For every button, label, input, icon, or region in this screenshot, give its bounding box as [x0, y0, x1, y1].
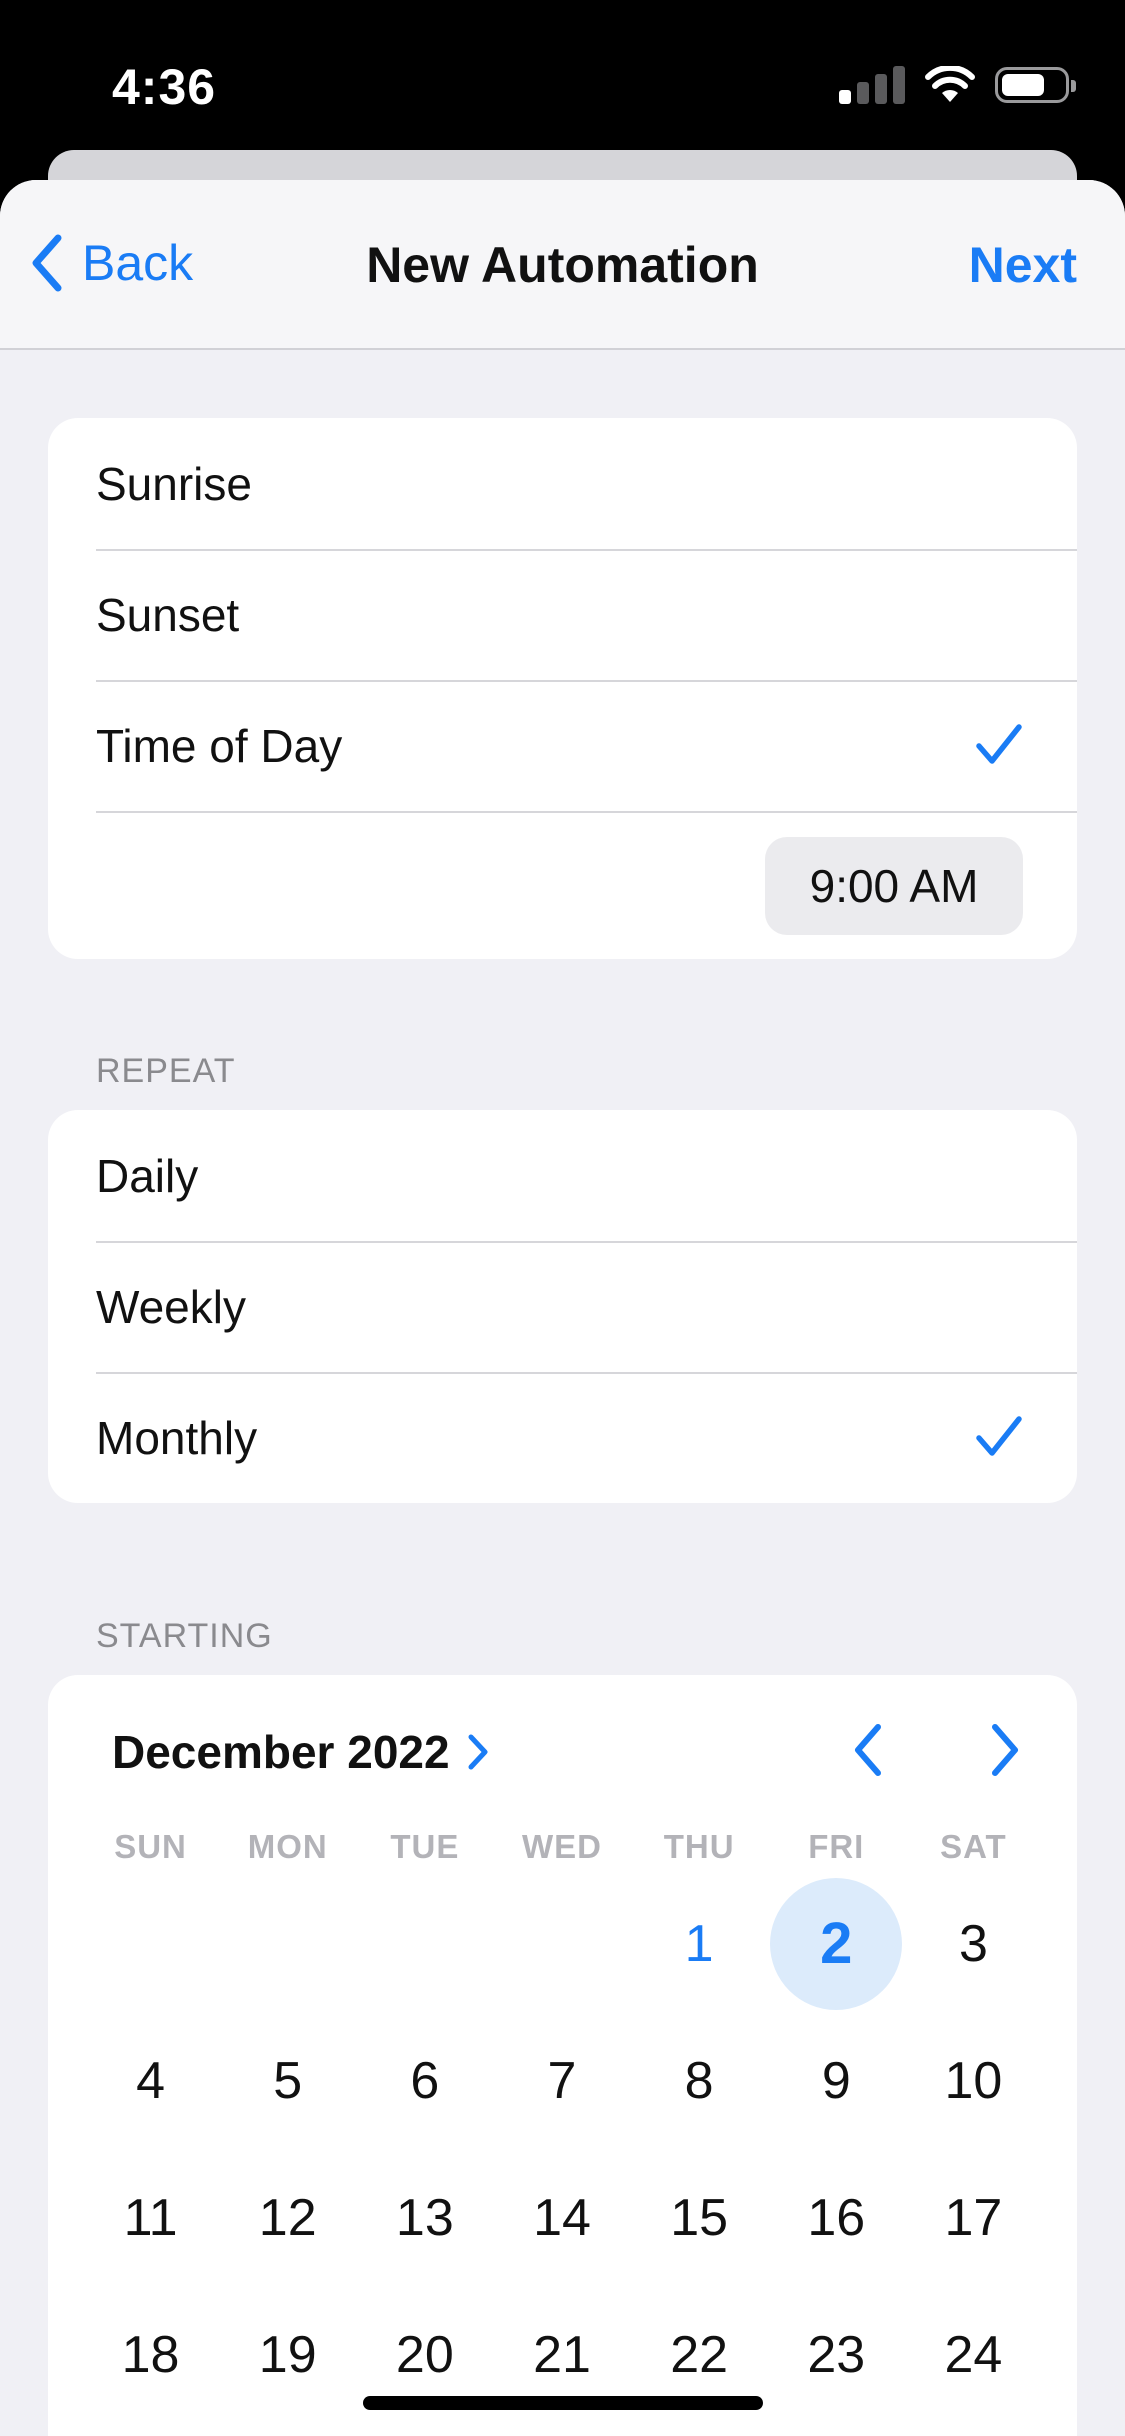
status-icons [839, 66, 1076, 104]
status-time: 4:36 [112, 59, 217, 115]
calendar-day[interactable]: 13 [356, 2149, 493, 2286]
day-number: 14 [533, 2188, 591, 2247]
next-button[interactable]: Next [969, 236, 1077, 294]
repeat-section-header: REPEAT [96, 1052, 236, 1090]
weekday-label: MON [247, 1828, 328, 1865]
calendar-day[interactable]: 11 [82, 2149, 219, 2286]
checkmark-icon [976, 1416, 1022, 1456]
weekday-label: TUE [390, 1828, 460, 1865]
day-number: 15 [670, 2188, 729, 2247]
day-number: 19 [258, 2325, 317, 2384]
calendar-day[interactable]: 16 [768, 2149, 905, 2286]
battery-icon [995, 67, 1076, 103]
option-sunrise[interactable]: Sunrise [48, 418, 1077, 549]
option-sunset[interactable]: Sunset [48, 549, 1077, 680]
navigation-bar: Back New Automation Next [0, 180, 1125, 350]
day-number: 3 [958, 1914, 988, 1973]
calendar-day[interactable]: 1 [631, 1875, 768, 2012]
calendar-day[interactable]: 8 [631, 2012, 768, 2149]
day-number: 16 [807, 2188, 866, 2247]
weekday-label: WED [521, 1828, 602, 1865]
option-label: Monthly [96, 1411, 258, 1464]
previous-month-button[interactable] [848, 1721, 890, 1779]
calendar-day[interactable]: 24 [905, 2286, 1042, 2423]
day-number: 8 [684, 2051, 714, 2110]
day-number: 17 [944, 2188, 1003, 2247]
day-number: 13 [395, 2188, 454, 2247]
day-number: 24 [944, 2325, 1003, 2384]
day-number: 23 [807, 2325, 866, 2384]
repeat-weekly[interactable]: Weekly [48, 1241, 1077, 1372]
cellular-signal-icon [839, 66, 905, 104]
day-number: 2 [820, 1911, 853, 1976]
day-number: 1 [684, 1914, 714, 1973]
day-number: 10 [944, 2051, 1003, 2110]
weekday-label: SUN [114, 1828, 187, 1865]
repeat-monthly[interactable]: Monthly [48, 1372, 1077, 1503]
option-label: Weekly [96, 1280, 246, 1333]
calendar-day[interactable]: 6 [356, 2012, 493, 2149]
home-indicator [363, 2396, 763, 2410]
page-title: New Automation [366, 237, 759, 293]
option-label: Sunset [96, 588, 240, 641]
month-label: December 2022 [112, 1726, 450, 1778]
weekday-label: FRI [808, 1828, 865, 1865]
calendar-day[interactable]: 18 [82, 2286, 219, 2423]
option-label: Sunrise [96, 457, 252, 510]
option-label: Time of Day [96, 719, 343, 772]
weekday-label: THU [663, 1828, 735, 1865]
weekday-label: SAT [940, 1828, 1007, 1865]
repeat-options-group: Daily Weekly Monthly [48, 1110, 1077, 1503]
day-number: 21 [533, 2325, 591, 2384]
day-number: 18 [121, 2325, 180, 2384]
calendar-day[interactable]: 9 [768, 2012, 905, 2149]
empty-day-cell [82, 1875, 219, 2012]
empty-day-cell [219, 1875, 356, 2012]
calendar-day[interactable]: 15 [631, 2149, 768, 2286]
calendar-day[interactable]: 5 [219, 2012, 356, 2149]
checkmark-icon [976, 724, 1022, 764]
calendar-day[interactable]: 12 [219, 2149, 356, 2286]
calendar-day[interactable]: 23 [768, 2286, 905, 2423]
calendar-day-selected[interactable]: 2 [768, 1875, 905, 2012]
calendar-day[interactable]: 17 [905, 2149, 1042, 2286]
calendar-day[interactable]: 14 [493, 2149, 630, 2286]
calendar-day[interactable]: 4 [82, 2012, 219, 2149]
calendar-day[interactable]: 7 [493, 2012, 630, 2149]
chevron-right-icon [468, 1734, 488, 1770]
time-picker-button[interactable]: 9:00 AM [765, 837, 1023, 935]
month-year-picker-button[interactable]: December 2022 [112, 1725, 490, 1779]
day-number: 9 [821, 2051, 851, 2110]
time-picker-row: 9:00 AM [48, 811, 1077, 959]
automation-sheet: Back New Automation Next Sunrise Sunset … [0, 180, 1125, 2436]
trigger-options-group: Sunrise Sunset Time of Day 9:00 AM [48, 418, 1077, 959]
calendar-day[interactable]: 19 [219, 2286, 356, 2423]
option-time-of-day[interactable]: Time of Day [48, 680, 1077, 811]
day-number: 12 [258, 2188, 317, 2247]
day-number: 7 [547, 2051, 577, 2110]
calendar-day[interactable]: 10 [905, 2012, 1042, 2149]
day-number: 20 [395, 2325, 454, 2384]
next-month-button[interactable] [983, 1721, 1025, 1779]
status-bar: 4:36 [0, 0, 1125, 150]
empty-day-cell [493, 1875, 630, 2012]
day-number: 6 [410, 2051, 440, 2110]
day-number: 11 [123, 2188, 178, 2247]
calendar-day[interactable]: 3 [905, 1875, 1042, 2012]
calendar: December 2022 SUN MON TUE WED THU FRI SAT 1234… [48, 1675, 1077, 2436]
wifi-icon [925, 66, 975, 102]
day-number: 4 [136, 2051, 166, 2110]
day-number: 5 [273, 2051, 303, 2110]
weekday-header-row: SUN MON TUE WED THU FRI SAT [82, 1828, 1042, 1866]
day-grid: 1 2 3 4 5 6 7 8 9 10 11 12 13 14 15 16 17 18 19 20 21 22 23 24 [82, 1875, 1042, 2423]
repeat-daily[interactable]: Daily [48, 1110, 1077, 1241]
day-number: 22 [670, 2325, 729, 2384]
starting-section-header: STARTING [96, 1617, 273, 1655]
empty-day-cell [356, 1875, 493, 2012]
option-label: Daily [96, 1149, 199, 1202]
